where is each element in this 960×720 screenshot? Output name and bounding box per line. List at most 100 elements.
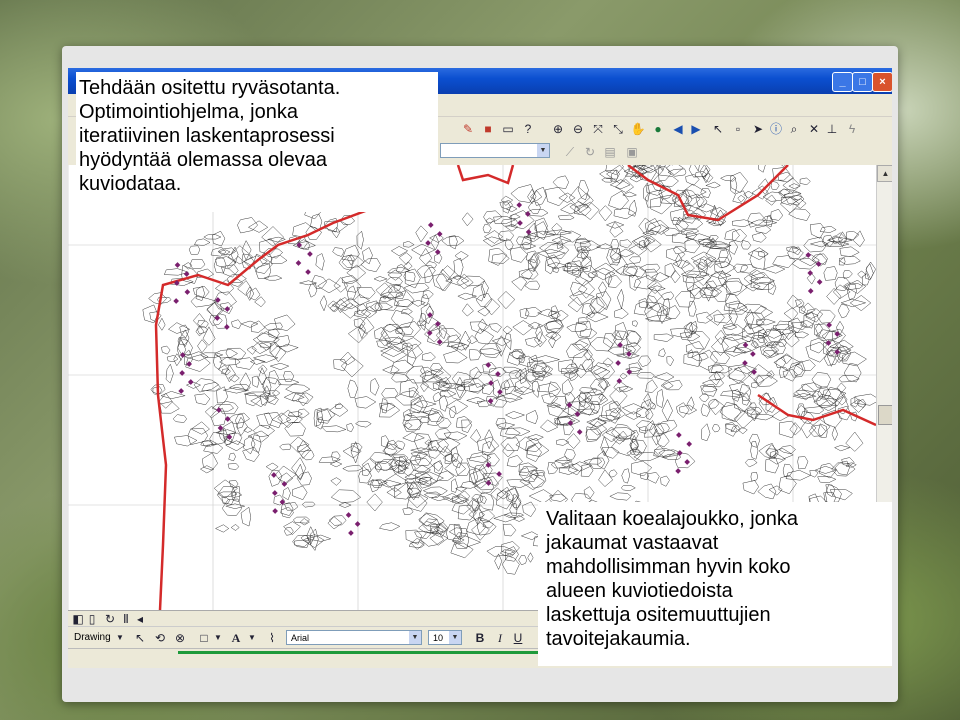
zoom-whole-page-icon[interactable]: ⊗ (172, 630, 188, 646)
forest-compartment (491, 337, 512, 347)
forest-compartment (308, 283, 318, 298)
find-icon[interactable]: ⌕ (786, 121, 802, 137)
forest-compartment (241, 240, 252, 261)
scroll-left-icon[interactable]: ◂ (132, 611, 148, 627)
forest-compartment (356, 287, 376, 299)
underline-button[interactable]: U (510, 630, 526, 646)
select-icon[interactable]: ↖ (710, 121, 726, 137)
zoom-out-icon[interactable]: ⊖ (570, 121, 586, 137)
forest-compartment (721, 277, 743, 295)
forest-compartment (496, 486, 515, 510)
forest-compartment (598, 205, 613, 222)
scroll-thumb[interactable] (878, 405, 892, 425)
forest-compartment (734, 340, 760, 353)
sketch-properties-icon[interactable]: ▣ (624, 144, 640, 160)
forest-compartment (679, 331, 701, 341)
forest-compartment (201, 382, 221, 392)
scroll-up-icon[interactable]: ▲ (877, 165, 892, 182)
chevron-down-icon[interactable]: ▼ (112, 630, 128, 646)
font-size-dropdown[interactable]: 10 ▼ (428, 630, 462, 645)
sample-plot-marker (271, 472, 277, 478)
edit-vertices-icon[interactable]: ⌇ (264, 630, 280, 646)
forest-compartment (589, 457, 606, 469)
rotate-icon[interactable]: ↻ (582, 144, 598, 160)
forest-compartment (213, 256, 227, 274)
forest-compartment (381, 388, 399, 399)
fixed-zoom-out-icon[interactable]: ⤡ (610, 121, 626, 137)
italic-button[interactable]: I (492, 630, 508, 646)
forest-compartment (371, 479, 383, 489)
measure-icon[interactable]: ⊥ (824, 121, 840, 137)
forest-compartment (193, 238, 211, 246)
select-elements-icon[interactable]: ↖ (132, 630, 148, 646)
chevron-down-icon[interactable]: ▼ (210, 630, 226, 646)
forest-compartment (457, 504, 477, 521)
lightning-icon[interactable]: ϟ (844, 121, 860, 137)
close-button[interactable]: × (872, 72, 892, 92)
fixed-zoom-in-icon[interactable]: ⤧ (590, 121, 606, 137)
go-to-xy-icon[interactable]: ✕ (806, 121, 822, 137)
layout-view-icon[interactable]: ▯ (84, 611, 100, 627)
rotate-element-icon[interactable]: ⟲ (152, 630, 168, 646)
sample-plot-marker (436, 231, 443, 237)
forest-compartment (501, 555, 520, 575)
forest-compartment (291, 457, 307, 480)
window-icon[interactable]: ▭ (500, 121, 516, 137)
forest-compartment (258, 366, 267, 386)
forest-compartment (387, 439, 398, 451)
minimize-button[interactable]: _ (832, 72, 853, 92)
edit-icon[interactable]: ✎ (460, 121, 476, 137)
font-name-dropdown[interactable]: Arial ▼ (286, 630, 422, 645)
forward-icon[interactable]: ▶ (688, 121, 704, 137)
forest-compartment (620, 485, 636, 492)
callout-sample-selection: Valitaan koealajoukko, jonka jakaumat va… (538, 502, 892, 666)
sample-plot-marker (750, 351, 756, 357)
forest-compartment (699, 392, 710, 403)
sample-plot-marker (675, 468, 681, 474)
maximize-button[interactable]: □ (852, 72, 873, 92)
globe-icon[interactable]: ● (650, 121, 666, 137)
forest-compartment (485, 217, 494, 225)
callout-line: mahdollisimman hyvin koko (546, 556, 791, 578)
forest-compartment (685, 174, 700, 186)
forest-compartment (656, 388, 664, 408)
text-tool-icon[interactable]: A (228, 630, 244, 646)
study-area-boundary (627, 165, 789, 222)
forest-compartment (287, 411, 303, 417)
forest-compartment (340, 356, 364, 378)
forest-compartment (433, 460, 444, 475)
attributes-icon[interactable]: ▤ (602, 144, 618, 160)
forest-compartment (778, 474, 797, 495)
forest-compartment (558, 192, 576, 203)
sample-plot-marker (816, 279, 823, 285)
zoom-in-icon[interactable]: ⊕ (550, 121, 566, 137)
layer-dropdown[interactable]: ▼ (440, 143, 550, 158)
pan-icon[interactable]: ✋ (630, 121, 646, 137)
forest-compartment (661, 398, 673, 422)
sample-plot-marker (496, 471, 502, 477)
forest-compartment (247, 430, 270, 443)
forest-compartment (621, 403, 644, 415)
bold-button[interactable]: B (472, 630, 488, 646)
back-icon[interactable]: ◀ (670, 121, 686, 137)
forest-compartment (440, 389, 457, 398)
help-icon[interactable]: ? (520, 121, 536, 137)
sketch-tool-icon[interactable]: ⟋ (562, 144, 578, 160)
info-icon[interactable]: ⓘ (768, 121, 784, 137)
sample-plot-marker (676, 432, 682, 438)
refresh-icon[interactable]: ↻ (102, 611, 118, 627)
clear-selection-icon[interactable]: ▫ (730, 121, 746, 137)
forest-compartment (608, 274, 623, 288)
arrow-select-icon[interactable]: ➤ (750, 121, 766, 137)
forest-compartment (628, 199, 637, 217)
forest-compartment (271, 254, 288, 264)
forest-compartment (402, 431, 425, 442)
drawing-menu[interactable]: Drawing (74, 632, 111, 643)
toolbox-icon[interactable]: ■ (480, 121, 496, 137)
forest-compartment (747, 247, 769, 261)
chevron-down-icon[interactable]: ▼ (244, 630, 260, 646)
forest-compartment (577, 180, 589, 201)
forest-compartment (510, 184, 535, 203)
forest-compartment (251, 375, 260, 388)
forest-compartment (459, 330, 472, 351)
